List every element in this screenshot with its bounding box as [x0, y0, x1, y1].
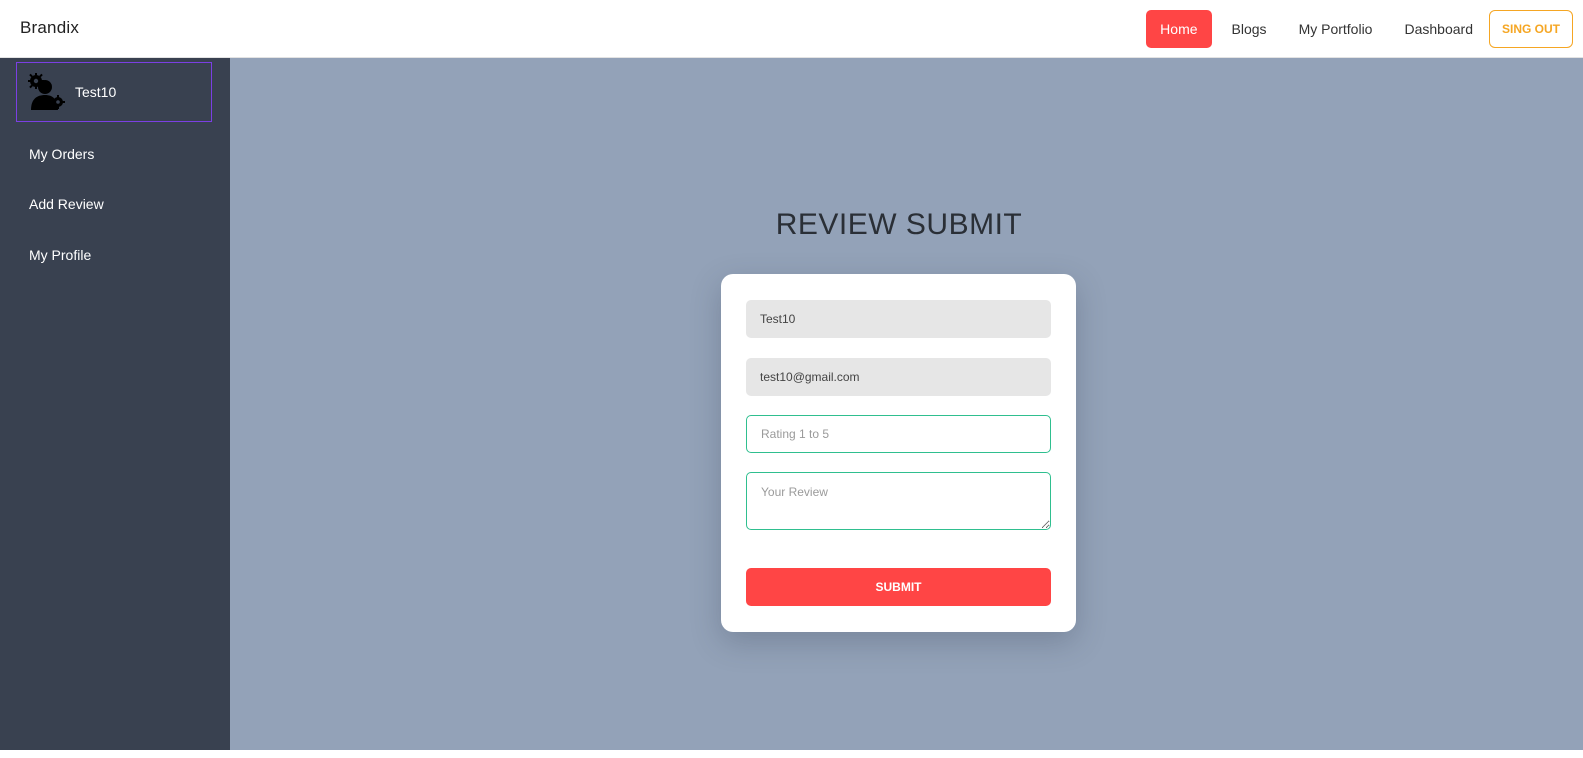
- submit-button[interactable]: SUBMIT: [746, 568, 1051, 606]
- signout-button[interactable]: SING OUT: [1488, 10, 1573, 48]
- name-field[interactable]: [746, 300, 1051, 338]
- main-content: REVIEW SUBMIT SUBMIT: [230, 58, 1583, 758]
- sidebar-profile[interactable]: Test10: [16, 62, 212, 122]
- main-nav: Home Blogs My Portfolio Dashboard SING O…: [1146, 10, 1573, 48]
- sidebar-item-my-orders[interactable]: My Orders: [29, 146, 94, 162]
- nav-home[interactable]: Home: [1146, 10, 1212, 48]
- profile-name: Test10: [75, 84, 117, 100]
- top-navbar: Brandix Home Blogs My Portfolio Dashboar…: [0, 0, 1583, 58]
- email-field[interactable]: [746, 358, 1051, 396]
- nav-portfolio[interactable]: My Portfolio: [1283, 10, 1389, 48]
- sidebar: Test10 My Orders Add Review My Profile: [0, 58, 230, 758]
- review-textarea[interactable]: [746, 472, 1051, 530]
- sidebar-item-my-profile[interactable]: My Profile: [29, 247, 91, 263]
- page-bottom-edge: [0, 750, 1583, 758]
- sidebar-item-add-review[interactable]: Add Review: [29, 196, 104, 212]
- nav-dashboard[interactable]: Dashboard: [1388, 10, 1489, 48]
- nav-blogs[interactable]: Blogs: [1216, 10, 1283, 48]
- brand-logo[interactable]: Brandix: [20, 18, 79, 38]
- rating-input[interactable]: [746, 415, 1051, 453]
- review-form: SUBMIT: [721, 274, 1076, 632]
- user-gear-icon: [28, 73, 65, 110]
- page-title: REVIEW SUBMIT: [775, 208, 1023, 241]
